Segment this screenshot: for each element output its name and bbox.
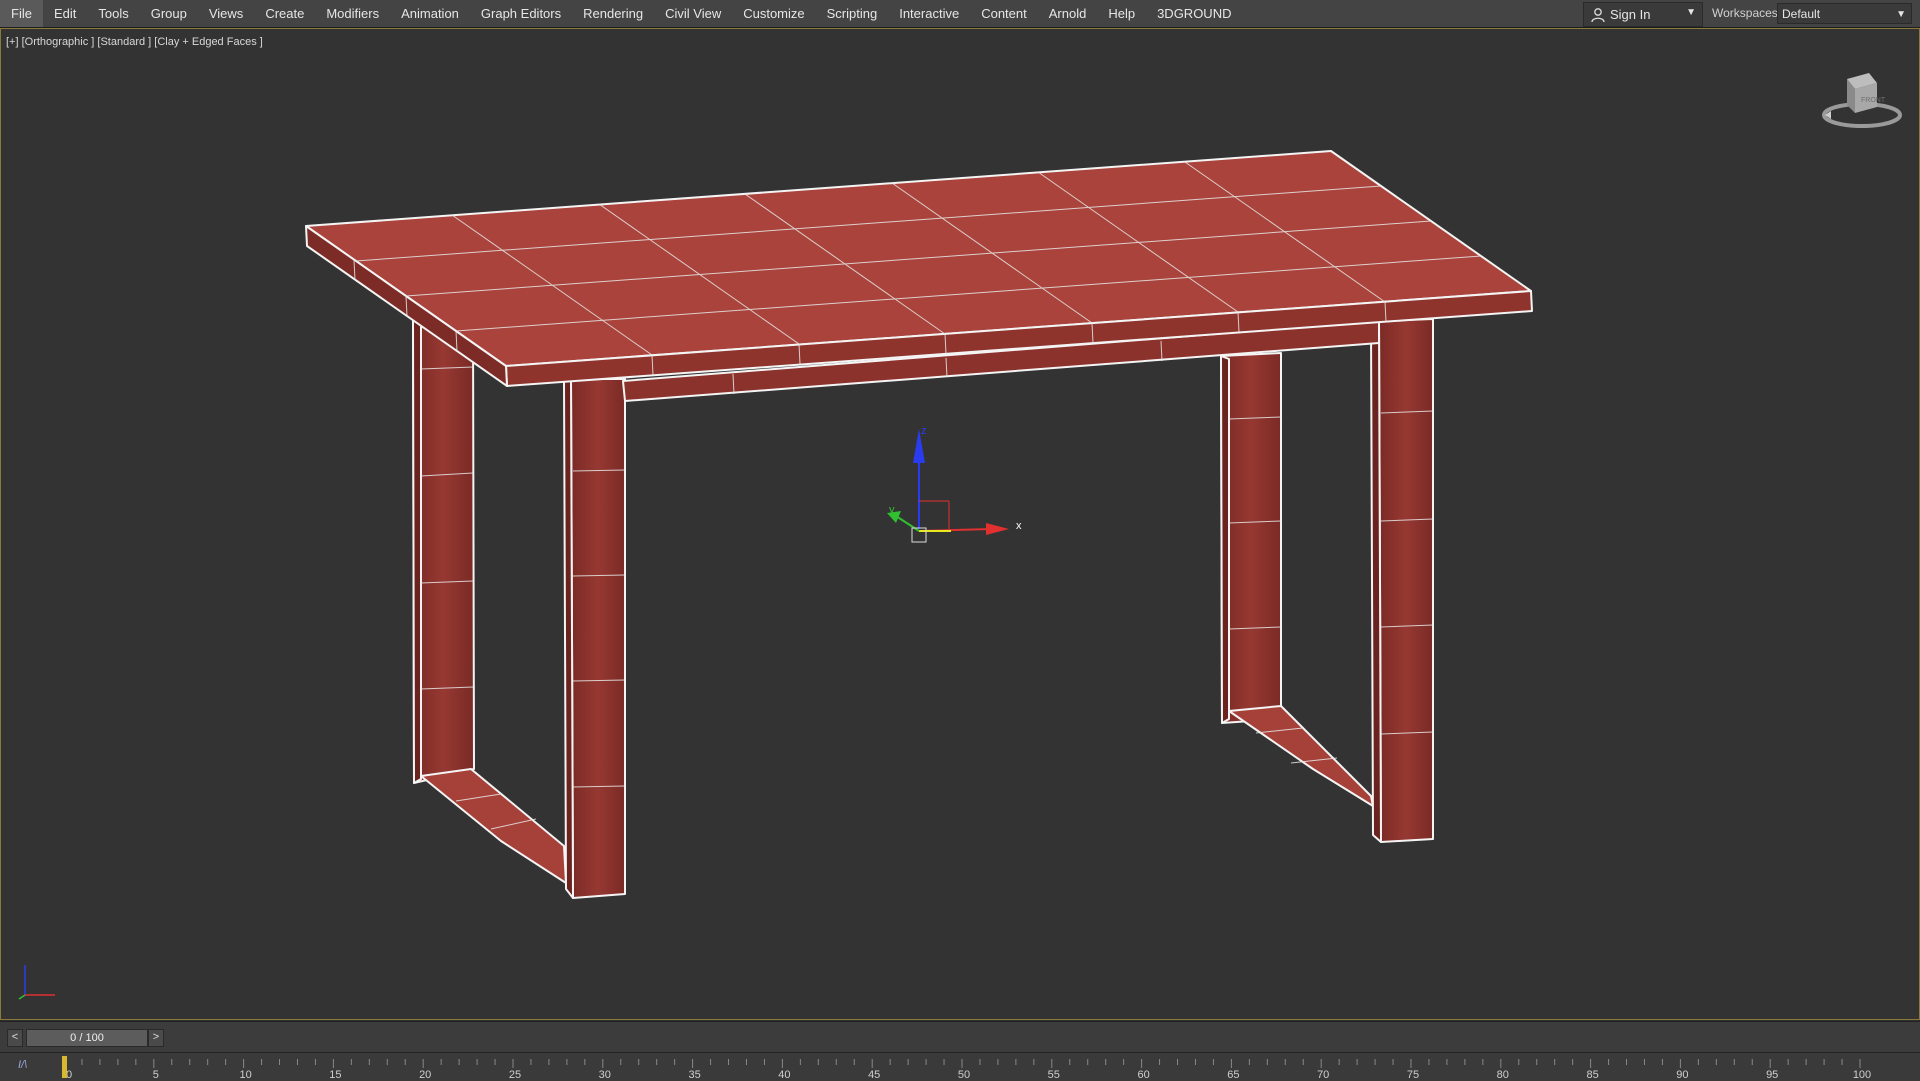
- menu-customize[interactable]: Customize: [732, 0, 815, 27]
- timeline-tick-label: 100: [1853, 1069, 1871, 1081]
- timeline-ruler[interactable]: 0 5 10 15 20 25 30 35 40 45 50 55 60 65 70 75 80 85 90 95 10…: [0, 1053, 1920, 1081]
- menu-file[interactable]: File: [0, 0, 43, 27]
- chevron-down-icon: ▼: [1896, 9, 1906, 20]
- menu-graph-editors[interactable]: Graph Editors: [470, 0, 572, 27]
- table-leg-front-left: [412, 318, 567, 884]
- timeline-tick-label: 90: [1676, 1069, 1688, 1081]
- timeline-tick-label: 35: [688, 1069, 700, 1081]
- menu-views[interactable]: Views: [198, 0, 254, 27]
- menu-civil-view[interactable]: Civil View: [654, 0, 732, 27]
- menu-tools[interactable]: Tools: [87, 0, 139, 27]
- menu-animation[interactable]: Animation: [390, 0, 470, 27]
- time-cursor: [62, 1056, 67, 1078]
- timeline-tick-label: 55: [1048, 1069, 1060, 1081]
- timeline-tick-label: 30: [599, 1069, 611, 1081]
- viewcube[interactable]: FRONT: [1819, 69, 1905, 139]
- menu-scripting[interactable]: Scripting: [816, 0, 889, 27]
- menu-edit[interactable]: Edit: [43, 0, 87, 27]
- menu-3dground[interactable]: 3DGROUND: [1146, 0, 1242, 27]
- menu-interactive[interactable]: Interactive: [888, 0, 970, 27]
- timeline-tick-label: 60: [1137, 1069, 1149, 1081]
- prev-frame-button[interactable]: <: [7, 1029, 23, 1047]
- workspaces-label: Workspaces:: [1712, 6, 1782, 20]
- timeline-tick-label: 70: [1317, 1069, 1329, 1081]
- timeline-tick-label: 40: [778, 1069, 790, 1081]
- next-frame-button[interactable]: >: [148, 1029, 164, 1047]
- time-slider[interactable]: < 0 / 100 >: [0, 1021, 1920, 1052]
- timeline-tick-label: 80: [1497, 1069, 1509, 1081]
- workspace-value: Default: [1782, 7, 1821, 21]
- menu-rendering[interactable]: Rendering: [572, 0, 654, 27]
- timeline-tick-label: 20: [419, 1069, 431, 1081]
- menu-group[interactable]: Group: [140, 0, 198, 27]
- table-leg-back-right: [1370, 318, 1434, 843]
- timeline-tick-label: 50: [958, 1069, 970, 1081]
- menu-help[interactable]: Help: [1097, 0, 1146, 27]
- menu-arnold[interactable]: Arnold: [1038, 0, 1098, 27]
- timeline-tick-label: 15: [329, 1069, 341, 1081]
- timeline-tick-label: 5: [153, 1069, 159, 1081]
- gizmo-x-label: x: [1016, 520, 1022, 532]
- sign-in-button[interactable]: Sign In ▼: [1583, 2, 1703, 27]
- table-model[interactable]: x y z: [1, 29, 1919, 1019]
- menu-modifiers[interactable]: Modifiers: [315, 0, 390, 27]
- table-leg-front-right: [563, 378, 626, 899]
- chevron-down-icon: ▼: [1686, 7, 1696, 18]
- gizmo-y-label: y: [889, 504, 895, 516]
- world-axis-tripod-icon: [18, 965, 55, 1000]
- track-bar[interactable]: I/\ 0 5 10 15 20 25 30 35 40 45 50 55 60 65 70 75 80 85 90…: [0, 1052, 1920, 1081]
- gizmo-z-label: z: [921, 425, 927, 437]
- timeline-tick-label: 85: [1586, 1069, 1598, 1081]
- sign-in-label: Sign In: [1610, 7, 1651, 22]
- timeline-tick-label: 45: [868, 1069, 880, 1081]
- menu-create[interactable]: Create: [254, 0, 315, 27]
- timeline-tick-label: 25: [509, 1069, 521, 1081]
- perspective-viewport[interactable]: [+] [Orthographic ] [Standard ] [Clay + …: [0, 28, 1920, 1020]
- viewcube-face-label: FRONT: [1861, 97, 1886, 104]
- user-icon: [1591, 7, 1605, 22]
- timeline-tick-label: 95: [1766, 1069, 1778, 1081]
- timeline-tick-label: 10: [239, 1069, 251, 1081]
- workspace-dropdown[interactable]: Default ▼: [1777, 3, 1912, 24]
- menu-content[interactable]: Content: [970, 0, 1038, 27]
- timeline-tick-label: 65: [1227, 1069, 1239, 1081]
- table-leg-back-left: [1220, 352, 1374, 807]
- timeline-tick-label: 75: [1407, 1069, 1419, 1081]
- frame-counter[interactable]: 0 / 100: [26, 1029, 148, 1047]
- transform-gizmo: [887, 429, 1009, 543]
